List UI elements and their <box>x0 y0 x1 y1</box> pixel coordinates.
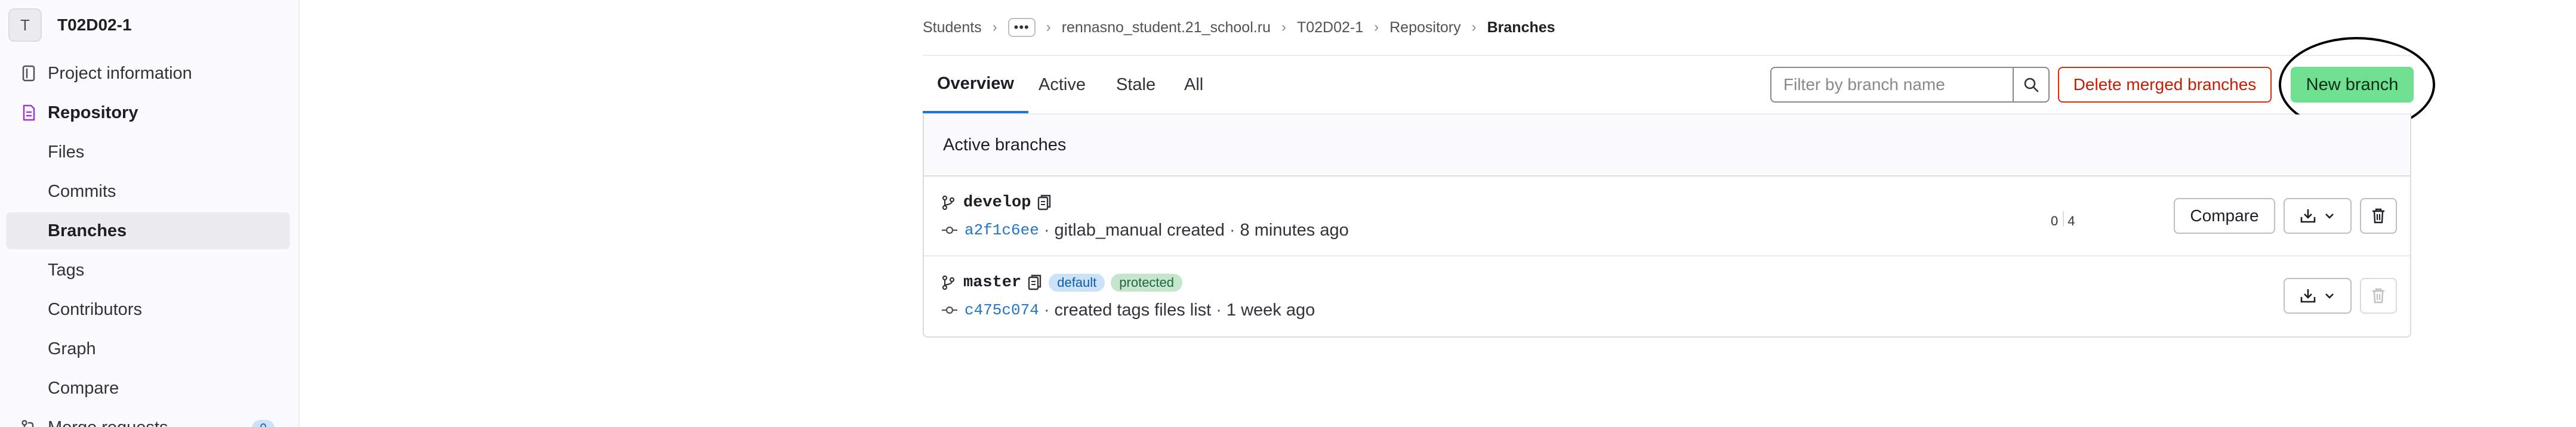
separator-dot: · <box>1043 220 1050 240</box>
breadcrumb-separator: › <box>1281 19 1286 35</box>
separator-dot: · <box>1216 300 1222 320</box>
commit-icon <box>942 226 957 234</box>
download-dropdown-button[interactable] <box>2284 278 2352 314</box>
commit-icon <box>942 306 957 314</box>
commits-behind-count: 0 <box>2051 214 2059 228</box>
branch-list-card: Active branches develop a2f1c6ee · gitla… <box>923 115 2411 338</box>
commit-message[interactable]: created tags files list <box>1055 301 1212 320</box>
sidebar-item-label: Compare <box>48 378 119 398</box>
sidebar-item-label: Merge requests <box>48 418 168 427</box>
breadcrumb-item-students[interactable]: Students <box>923 19 982 36</box>
download-icon <box>2300 289 2316 303</box>
breadcrumb: Students › ••• › rennasno_student.21_sch… <box>923 16 1555 39</box>
delete-merged-branches-button[interactable]: Delete merged branches <box>2058 67 2272 103</box>
search-icon <box>2024 78 2039 92</box>
copy-icon[interactable] <box>1027 274 1043 292</box>
tab-overview[interactable]: Overview <box>923 56 1028 113</box>
sidebar-item-label: Contributors <box>48 299 142 319</box>
breadcrumb-item-project[interactable]: T02D02-1 <box>1297 19 1363 36</box>
breadcrumb-item-namespace[interactable]: rennasno_student.21_school.ru <box>1062 19 1271 36</box>
separator-dot: · <box>1043 300 1050 320</box>
repository-icon <box>23 104 35 121</box>
merge-requests-count-badge: 0 <box>252 420 275 427</box>
sidebar-item-label: Files <box>48 142 85 162</box>
chevron-down-icon <box>2325 293 2334 299</box>
sidebar-item-label: Graph <box>48 339 96 358</box>
tab-stale[interactable]: Stale <box>1102 56 1170 113</box>
compare-button[interactable]: Compare <box>2174 198 2275 234</box>
project-name: T02D02-1 <box>57 16 132 34</box>
sidebar-item-graph[interactable]: Graph <box>6 330 290 367</box>
branch-name[interactable]: master <box>963 274 1021 292</box>
commits-ahead-count: 4 <box>2067 214 2075 228</box>
sidebar-item-label: Repository <box>48 103 138 122</box>
tab-active[interactable]: Active <box>1024 56 1100 113</box>
breadcrumb-item-branches[interactable]: Branches <box>1487 19 1555 36</box>
branch-icon <box>942 195 955 211</box>
commit-sha-link[interactable]: c475c074 <box>965 301 1039 319</box>
breadcrumb-separator: › <box>1374 19 1379 35</box>
download-icon <box>2300 209 2316 223</box>
divergence-divider <box>2058 211 2065 227</box>
tab-all[interactable]: All <box>1170 56 1218 113</box>
branch-name[interactable]: develop <box>963 194 1031 212</box>
commit-sha-link[interactable]: a2f1c6ee <box>965 221 1039 239</box>
search-button[interactable] <box>2013 67 2050 103</box>
download-dropdown-button[interactable] <box>2284 198 2352 234</box>
sidebar-item-label: Branches <box>48 221 127 240</box>
delete-branch-button[interactable] <box>2360 198 2397 234</box>
commit-time: 8 minutes ago <box>1240 220 1349 240</box>
copy-icon[interactable] <box>1037 194 1052 212</box>
branch-row-develop: develop a2f1c6ee · gitlab_manual created… <box>924 177 2410 255</box>
delete-branch-button-disabled <box>2360 278 2397 314</box>
project-info-icon <box>22 65 35 82</box>
sidebar: T T02D02-1 Project information Repositor… <box>0 0 300 427</box>
trash-icon <box>2372 208 2384 224</box>
divergence-graph: 0 4 <box>2051 211 2075 229</box>
project-header[interactable]: T T02D02-1 <box>8 8 132 42</box>
sidebar-item-contributors[interactable]: Contributors <box>6 291 290 328</box>
sidebar-item-files[interactable]: Files <box>6 134 290 171</box>
breadcrumb-separator: › <box>1046 19 1051 35</box>
sidebar-item-merge-requests[interactable]: Merge requests 0 <box>6 409 290 427</box>
separator-dot: · <box>1229 220 1235 240</box>
breadcrumb-item-repository[interactable]: Repository <box>1389 19 1461 36</box>
sidebar-item-commits[interactable]: Commits <box>6 173 290 210</box>
sidebar-item-label: Tags <box>48 260 85 280</box>
sidebar-item-project-information[interactable]: Project information <box>6 55 290 92</box>
default-badge: default <box>1049 274 1105 292</box>
breadcrumb-expand-button[interactable]: ••• <box>1007 18 1036 37</box>
sidebar-item-branches[interactable]: Branches <box>6 212 290 249</box>
sidebar-item-repository[interactable]: Repository <box>6 94 290 131</box>
project-avatar: T <box>8 8 42 42</box>
chevron-down-icon <box>2325 214 2334 219</box>
sidebar-item-compare[interactable]: Compare <box>6 370 290 407</box>
breadcrumb-separator: › <box>1471 19 1477 35</box>
branch-filter-input[interactable] <box>1770 67 2014 103</box>
sidebar-item-label: Project information <box>48 63 192 83</box>
branch-icon <box>942 275 955 290</box>
commit-message[interactable]: gitlab_manual created <box>1055 221 1225 240</box>
merge-request-icon <box>21 420 34 427</box>
breadcrumb-separator: › <box>992 19 997 35</box>
commit-time: 1 week ago <box>1226 300 1315 320</box>
trash-icon <box>2372 288 2384 304</box>
active-branches-heading: Active branches <box>924 115 2410 177</box>
branch-row-master: master default protected c475c074 · crea… <box>924 255 2410 334</box>
sidebar-item-label: Commits <box>48 181 116 201</box>
sidebar-item-tags[interactable]: Tags <box>6 252 290 289</box>
protected-badge: protected <box>1111 274 1183 292</box>
